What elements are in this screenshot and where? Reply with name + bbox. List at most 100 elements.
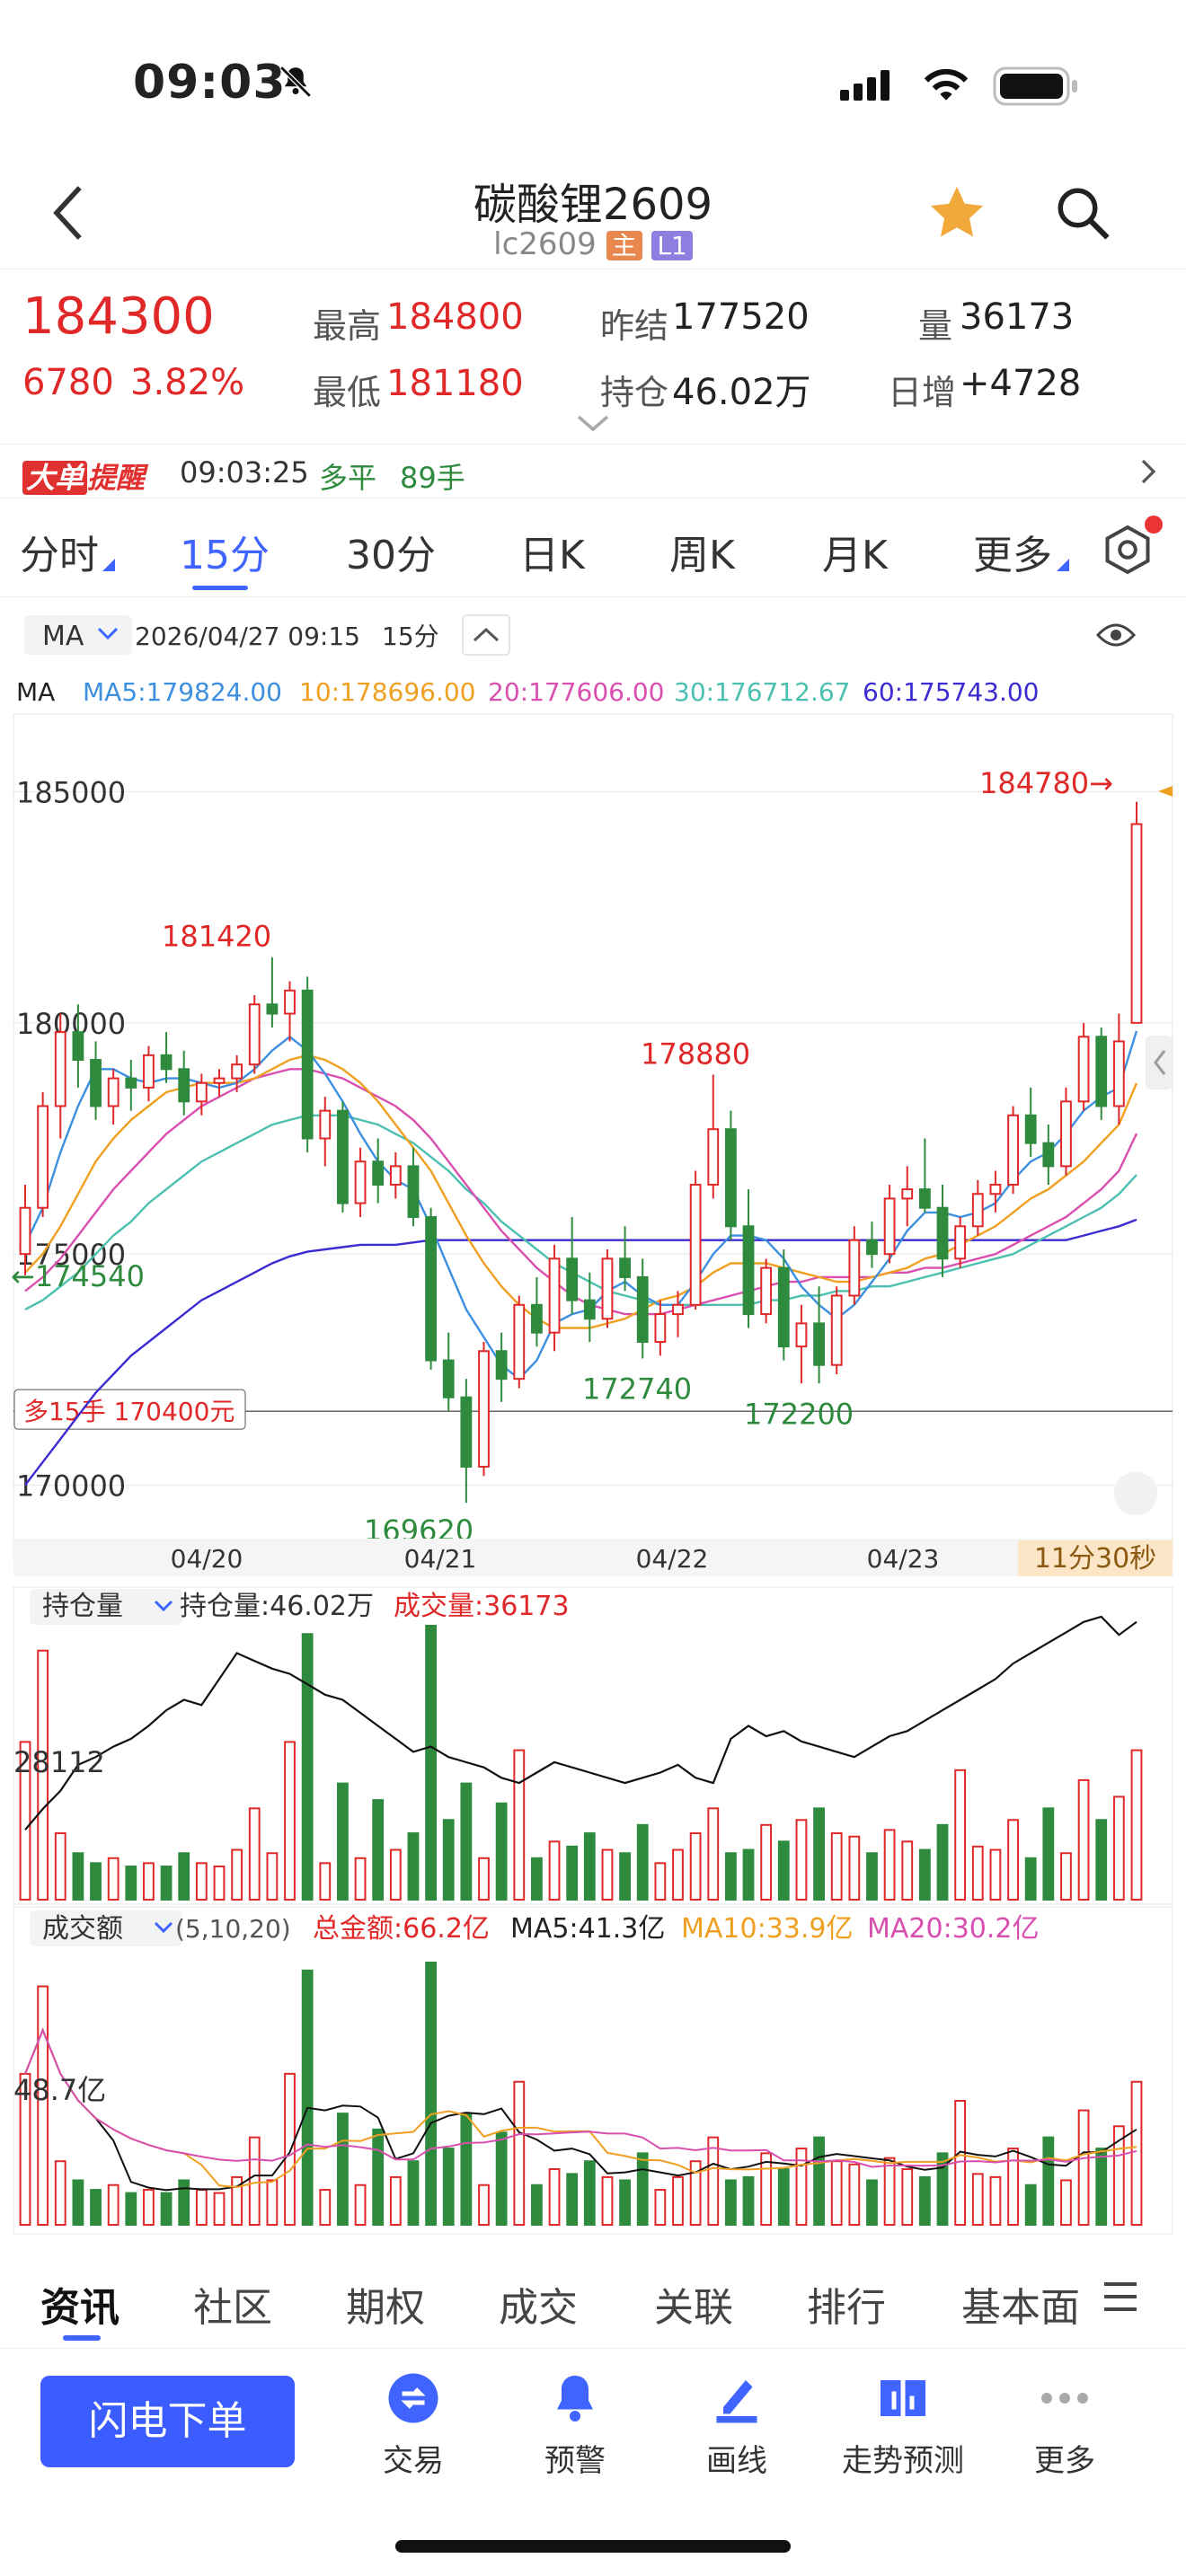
amount-bar	[266, 2179, 279, 2226]
amount-bar	[337, 2113, 349, 2226]
volume-bar	[178, 1852, 190, 1901]
flash-order-button[interactable]: 闪电下单	[40, 2376, 295, 2467]
expand-chevron-icon[interactable]	[575, 413, 611, 438]
tab-30min[interactable]: 30分	[346, 523, 436, 580]
tab-ranking[interactable]: 排行	[807, 2275, 886, 2333]
volume-bar	[760, 1823, 773, 1901]
amount-bar	[724, 2179, 737, 2226]
volume-bar	[1024, 1857, 1037, 1901]
toolbar-draw[interactable]: 画线	[656, 2371, 818, 2480]
amount-bar	[901, 2168, 914, 2226]
candle-body	[989, 1183, 1002, 1195]
amount-bar	[495, 2131, 508, 2226]
candle-body	[866, 1239, 878, 1256]
amount-bar	[442, 2148, 455, 2227]
status-bar: 09:03	[0, 0, 1186, 162]
favorite-star-icon[interactable]	[925, 181, 988, 248]
amount-bar	[619, 2179, 631, 2226]
oi-selector: 持仓量	[42, 1591, 123, 1622]
candle-body	[354, 1160, 367, 1204]
menu-icon[interactable]	[1101, 2279, 1140, 2318]
volume-bar	[619, 1852, 631, 1901]
candle-body	[689, 1183, 702, 1306]
toolbar-more[interactable]: 更多	[984, 2371, 1146, 2480]
period-tabs: 分时 15分 30分 日K 周K 月K 更多	[0, 503, 1186, 597]
amount-bar	[866, 2179, 878, 2226]
volume-bar	[1130, 1749, 1143, 1901]
ma5-value: MA5:179824.00	[83, 677, 282, 707]
chart-settings-icon[interactable]	[1101, 523, 1155, 580]
candle-body	[901, 1188, 914, 1200]
date-label: 04/21	[404, 1544, 477, 1574]
low2-annotation: 172740	[582, 1372, 692, 1407]
tab-related[interactable]: 关联	[654, 2275, 733, 2333]
candle-body	[442, 1359, 455, 1398]
alert-qty: 89手	[400, 461, 465, 495]
toolbar-trade[interactable]: 交易	[332, 2371, 494, 2480]
date-label: 04/22	[636, 1544, 709, 1574]
amount-bar	[213, 2192, 226, 2227]
volume-bar	[989, 1848, 1002, 1901]
tab-news[interactable]: 资讯	[40, 2275, 119, 2333]
amount-bar	[777, 2168, 790, 2226]
volume-bar	[513, 1749, 526, 1901]
toolbar-forecast[interactable]: 走势预测	[822, 2371, 984, 2480]
big-order-alert[interactable]: 大单 提醒 09:03:25 多平 89手	[0, 445, 1186, 498]
tab-daily-k[interactable]: 日K	[519, 523, 585, 580]
kline-chart[interactable]: MA 2026/04/27 09:15 15分 MA MA5:179824.00 10:1…	[0, 597, 1186, 2250]
open-interest-label: 持仓	[600, 373, 669, 412]
more-dots-icon	[1038, 2393, 1092, 2429]
candle-body	[566, 1257, 579, 1301]
candle-body	[654, 1313, 667, 1343]
volume-bar	[901, 1840, 914, 1901]
amount-bar	[107, 2183, 119, 2226]
amount-bar	[601, 2175, 614, 2226]
tab-15min[interactable]: 15分	[180, 523, 270, 580]
open-interest-value: 46.02万	[672, 372, 811, 413]
tab-monthly-k[interactable]: 月K	[822, 523, 888, 580]
tab-community[interactable]: 社区	[193, 2275, 272, 2333]
tab-fundamentals[interactable]: 基本面	[961, 2275, 1078, 2333]
volume-label: 量	[918, 306, 953, 346]
tab-intraday-dropdown-icon	[102, 559, 115, 571]
volume-bar	[531, 1857, 543, 1901]
tab-trades[interactable]: 成交	[499, 2275, 578, 2333]
candle-body	[583, 1299, 596, 1320]
tab-options[interactable]: 期权	[346, 2275, 425, 2333]
amount-bar	[1077, 2109, 1090, 2226]
amount-bar	[918, 2175, 931, 2226]
candle-body	[195, 1081, 208, 1103]
candle-body	[636, 1275, 649, 1343]
volume-bar	[107, 1857, 119, 1901]
volume-bar	[866, 1852, 878, 1901]
volume-bar	[495, 1802, 508, 1901]
status-time: 09:03	[133, 56, 287, 110]
alert-tag-remind: 提醒	[87, 461, 146, 495]
volume-bar	[636, 1823, 649, 1901]
tab-news-underline	[63, 2335, 101, 2341]
volume-bar	[143, 1862, 155, 1901]
tab-more[interactable]: 更多	[973, 523, 1052, 580]
candle-body	[54, 1031, 66, 1107]
tab-weekly-k[interactable]: 周K	[669, 523, 735, 580]
amount-ma20: MA20:30.2亿	[867, 1913, 1039, 1945]
ma30-line	[24, 1114, 1137, 1310]
collapse-button	[462, 614, 510, 656]
tab-intraday[interactable]: 分时	[20, 523, 99, 580]
candle-body	[266, 1003, 279, 1015]
ma30-value: 30:176712.67	[674, 677, 850, 707]
ma20-value: 20:177606.00	[488, 677, 664, 707]
alert-type: 多平	[319, 461, 377, 495]
oi-value-text: 持仓量:46.02万	[180, 1591, 374, 1622]
current-high-annotation: 184780→	[979, 766, 1113, 800]
left-arrow-annotation: ←174540	[11, 1259, 145, 1293]
candle-body	[548, 1257, 561, 1334]
volume-bar	[425, 1625, 438, 1901]
chart-area[interactable]: MA 2026/04/27 09:15 15分 MA MA5:179824.00 10:1…	[0, 597, 1186, 2268]
search-icon[interactable]	[1053, 183, 1112, 246]
candle-body	[160, 1054, 173, 1071]
ma60-line	[24, 1218, 1137, 1486]
volume-bar	[848, 1835, 861, 1901]
toolbar-alert[interactable]: 预警	[494, 2371, 656, 2480]
candle-body	[90, 1059, 102, 1107]
